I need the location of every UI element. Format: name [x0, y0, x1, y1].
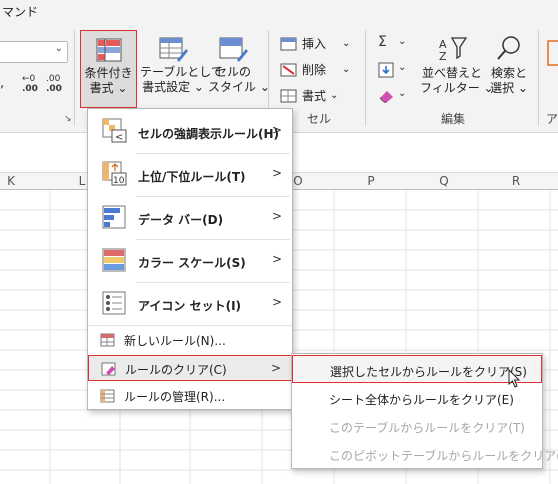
increase-decimal-icon[interactable]: .00.00 — [46, 74, 62, 94]
menu-item-label: セルの強調表示ルール(H) — [138, 127, 280, 141]
chevron-down-icon: ⌄ — [398, 88, 407, 99]
format-as-table-label-1: テーブルとして — [140, 65, 223, 79]
cell-styles-icon — [219, 37, 248, 62]
menu-item-manage-rules[interactable]: ルールの管理(R)... — [88, 383, 292, 409]
clear-rules-submenu: 選択したセルからルールをクリア(S) シート全体からルールをクリア(E) このテ… — [291, 353, 558, 469]
clear-rules-icon — [101, 362, 116, 376]
conditional-formatting-label-1: 条件付き — [84, 66, 133, 80]
submenu-item-label: このピボットテーブルからルールをクリア(P) — [329, 449, 558, 463]
conditional-formatting-button[interactable]: 条件付き 書式 ⌄ — [80, 30, 137, 108]
chevron-down-icon: ⌄ — [398, 36, 407, 47]
menu-item-label: カラー スケール(S) — [138, 256, 246, 270]
format-cells-icon — [280, 89, 297, 103]
dialog-launcher-icon[interactable]: ↘ — [64, 114, 74, 124]
conditional-formatting-icon — [96, 38, 121, 62]
column-header[interactable]: P — [363, 174, 379, 188]
new-rule-icon — [100, 333, 115, 347]
menu-item-new-rule[interactable]: 新しいルール(N)... — [88, 327, 292, 353]
menu-item-label: データ バー(D) — [138, 213, 224, 227]
menu-item-label: 上位/下位ルール(T) — [138, 170, 246, 184]
command-search-text[interactable]: マンド — [2, 3, 38, 20]
editing-group-label: 編集 — [441, 112, 466, 126]
chevron-down-icon: ⌄ — [342, 64, 351, 75]
menu-item-label: ルールの管理(R)... — [124, 390, 226, 404]
magnifier-icon — [497, 36, 520, 60]
chevron-right-icon: > — [271, 295, 282, 309]
menu-item-clear-rules[interactable]: ルールのクリア(C) > — [88, 355, 292, 381]
conditional-formatting-menu: < セルの強調表示ルール(H) > 10 上位/下位ルール(T) > データ バ… — [87, 108, 293, 410]
cell-styles-button[interactable]: セルの スタイル ⌄ — [208, 30, 270, 95]
column-header[interactable]: Q — [436, 174, 452, 188]
fill-icon[interactable] — [378, 62, 394, 78]
decrease-decimal-icon[interactable]: ←0.00 — [22, 74, 38, 94]
cell-styles-label-2: スタイル ⌄ — [208, 80, 270, 94]
highlight-cells-rules-icon: < — [102, 118, 127, 143]
format-as-table-icon — [159, 37, 188, 62]
menu-item-top-bottom-rules[interactable]: 10 上位/下位ルール(T) > — [88, 154, 292, 196]
manage-rules-icon — [100, 389, 115, 403]
chevron-right-icon: > — [271, 209, 282, 223]
find-select-label-2: 選択 ⌄ — [490, 81, 528, 95]
conditional-formatting-label-2: 書式 ⌄ — [89, 81, 128, 95]
submenu-item-label: このテーブルからルールをクリア(T) — [329, 421, 525, 435]
sort-filter-button[interactable]: A Z 並べ替えと フィルター ⌄ — [420, 30, 494, 96]
submenu-item-clear-sheet[interactable]: シート全体からルールをクリア(E) — [292, 384, 542, 412]
insert-cells-label: 挿入 — [302, 37, 327, 51]
group-divider — [365, 30, 366, 126]
insert-cells-icon — [280, 37, 297, 51]
menu-separator — [88, 325, 292, 326]
chevron-right-icon: > — [271, 252, 282, 266]
font-size-combo[interactable]: ⌄ — [0, 41, 68, 63]
find-select-label-1: 検索と — [490, 66, 527, 80]
format-as-table-label-2: 書式設定 ⌄ — [142, 80, 204, 94]
format-as-table-button[interactable]: テーブルとして 書式設定 ⌄ — [140, 30, 223, 95]
chevron-right-icon: > — [271, 166, 282, 180]
clear-icon[interactable] — [378, 89, 396, 103]
delete-cells-icon — [280, 63, 297, 77]
menu-item-icon-sets[interactable]: アイコン セット(I) > — [88, 283, 292, 325]
submenu-item-label: 選択したセルからルールをクリア(S) — [330, 365, 527, 379]
icon-sets-icon — [102, 291, 126, 315]
command-strip: マンド — [0, 0, 558, 22]
submenu-item-clear-selected[interactable]: 選択したセルからルールをクリア(S) — [292, 355, 542, 383]
chevron-down-icon: ⌄ — [330, 90, 339, 101]
menu-item-data-bars[interactable]: データ バー(D) > — [88, 197, 292, 239]
format-cells-label: 書式 — [302, 89, 327, 103]
chevron-down-icon: ⌄ — [342, 38, 351, 49]
submenu-item-clear-pivot: このピボットテーブルからルールをクリア(P) — [292, 440, 558, 468]
column-header[interactable]: R — [508, 174, 524, 188]
add-ins-icon[interactable] — [547, 40, 558, 66]
submenu-item-label: シート全体からルールをクリア(E) — [329, 393, 514, 407]
sort-filter-label-1: 並べ替えと — [421, 66, 482, 80]
svg-text:<: < — [115, 132, 123, 143]
top-ten-label: 10 — [113, 176, 125, 186]
group-divider — [538, 30, 539, 126]
cell-styles-label-1: セルの — [214, 65, 251, 79]
sort-filter-icon: A Z — [439, 37, 468, 62]
menu-item-label: 新しいルール(N)... — [124, 334, 226, 348]
menu-item-highlight-cells-rules[interactable]: < セルの強調表示ルール(H) > — [88, 111, 292, 153]
next-group-label: ア — [546, 112, 558, 126]
top-bottom-rules-icon: 10 — [102, 161, 127, 186]
chevron-down-icon: ⌄ — [398, 62, 407, 73]
svg-text:Z: Z — [439, 50, 447, 62]
cells-group-label: セル — [307, 112, 332, 126]
mouse-cursor-icon — [508, 369, 521, 388]
comma-style-icon[interactable]: , — [0, 76, 4, 91]
submenu-item-clear-table: このテーブルからルールをクリア(T) — [292, 412, 542, 440]
menu-item-label: アイコン セット(I) — [138, 299, 242, 313]
sort-filter-label-2: フィルター ⌄ — [420, 81, 494, 95]
chevron-down-icon: ⌄ — [54, 43, 63, 54]
data-bars-icon — [102, 205, 126, 229]
autosum-icon[interactable]: Σ — [378, 34, 387, 50]
group-divider — [74, 30, 75, 126]
menu-item-label: ルールのクリア(C) — [125, 363, 227, 377]
find-select-button[interactable]: 検索と 選択 ⌄ — [487, 30, 531, 96]
color-scales-icon — [102, 248, 126, 272]
delete-cells-label: 削除 — [302, 63, 327, 77]
chevron-right-icon: > — [271, 123, 282, 137]
column-header[interactable]: K — [3, 174, 19, 188]
chevron-right-icon: > — [270, 361, 281, 375]
menu-item-color-scales[interactable]: カラー スケール(S) > — [88, 240, 292, 282]
